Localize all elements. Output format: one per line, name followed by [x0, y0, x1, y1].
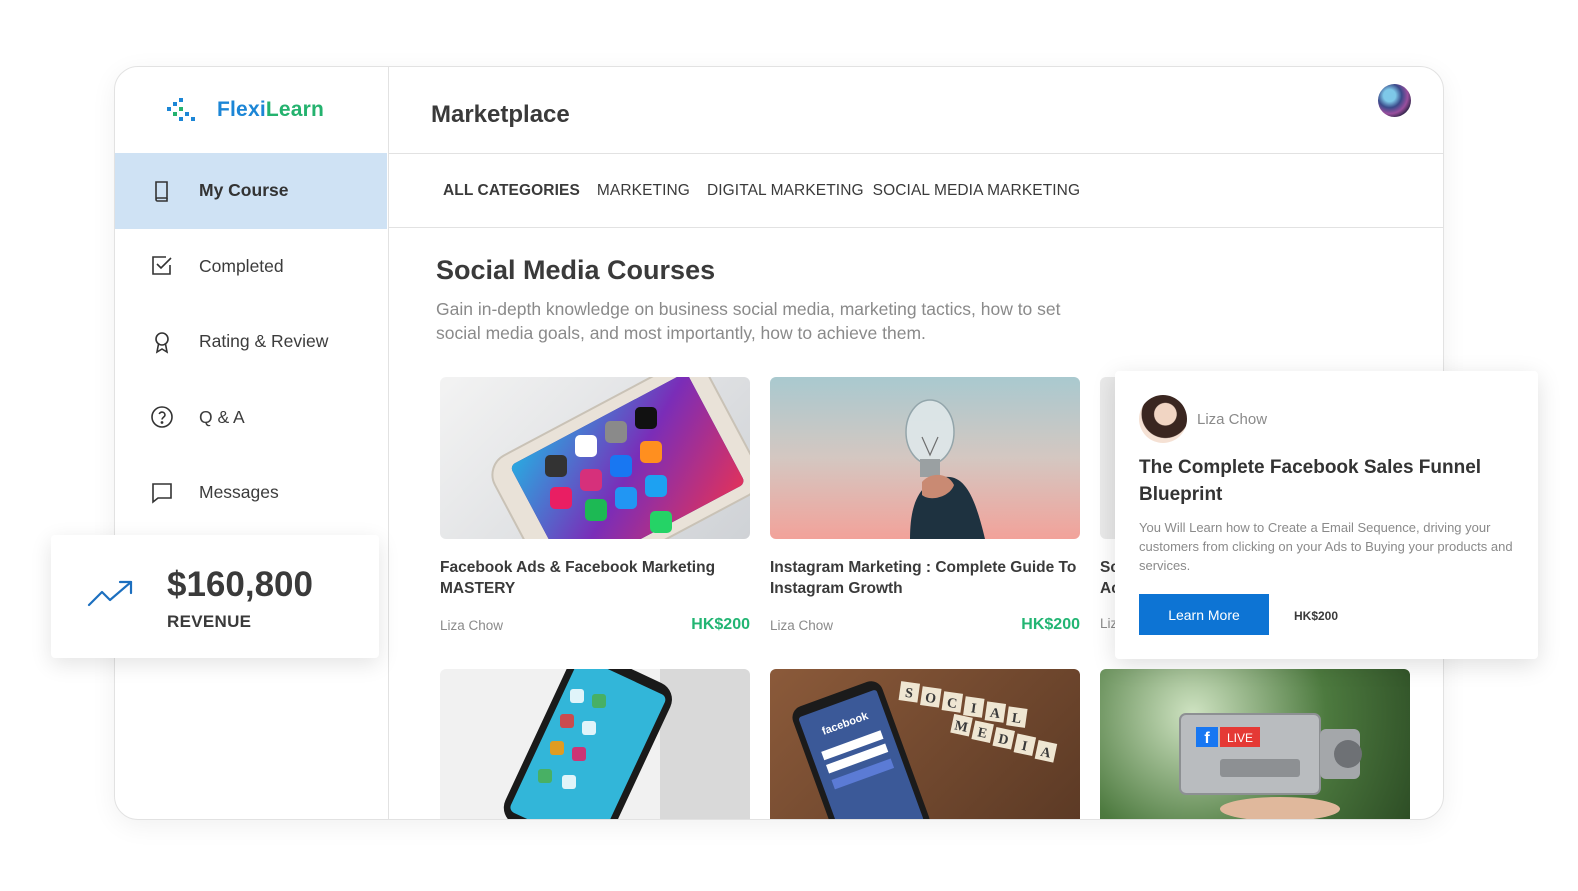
logo-mark-icon: [167, 98, 201, 122]
course-card[interactable]: facebook S O C I A L M E D I A: [770, 669, 1080, 819]
sidebar-item-label: Rating & Review: [199, 331, 329, 352]
tab-marketing[interactable]: MARKETING: [597, 182, 690, 200]
logo-text: FlexiLearn: [217, 98, 325, 121]
course-thumbnail: [770, 377, 1080, 539]
smartphone-laptop-image: [503, 669, 750, 819]
sidebar-item-my-course[interactable]: My Course: [115, 153, 387, 229]
book-icon: [155, 180, 168, 202]
instructor-name: Liza Chow: [1197, 411, 1268, 428]
course-title[interactable]: Instagram Marketing : Complete Guide To …: [770, 557, 1080, 601]
phone-apps-image: [491, 377, 750, 539]
section-description: Gain in-depth knowledge on business soci…: [436, 299, 1061, 343]
checkbox-icon: [152, 256, 172, 276]
course-card[interactable]: Facebook Ads & Facebook Marketing MASTER…: [440, 377, 750, 634]
sidebar-item-messages[interactable]: Messages: [115, 455, 387, 531]
tile: C: [946, 696, 958, 712]
category-tabs: ALL CATEGORIES MARKETING DIGITAL MARKETI…: [389, 154, 1443, 228]
sidebar-item-label: My Course: [199, 180, 289, 201]
tab-digital-marketing[interactable]: DIGITAL MARKETING: [707, 182, 864, 200]
trending-up-icon: [87, 580, 133, 607]
revenue-card: $160,800 REVENUE: [51, 535, 379, 658]
tile: O: [924, 691, 937, 707]
message-icon: [152, 482, 172, 504]
section-title: Social Media Courses: [436, 255, 716, 285]
sidebar-item-label: Q & A: [199, 406, 245, 427]
course-card[interactable]: f LIVE: [1100, 669, 1410, 819]
tab-social-media-marketing[interactable]: SOCIAL MEDIA MARKETING: [873, 182, 1080, 200]
course-price: HK$200: [691, 616, 750, 633]
sidebar-item-label: Completed: [199, 255, 284, 276]
topbar: Marketplace: [389, 67, 1443, 154]
course-thumbnail: [440, 669, 750, 819]
svg-text:f: f: [1204, 730, 1210, 747]
revenue-label: REVENUE: [167, 612, 252, 631]
avatar[interactable]: [1378, 84, 1411, 117]
sidebar-nav: My Course Completed Rating & Review Q & …: [115, 153, 387, 531]
instructor-avatar: [1139, 395, 1187, 443]
award-icon: [155, 331, 169, 354]
sidebar-item-qa[interactable]: Q & A: [115, 380, 387, 456]
popup-course-title: The Complete Facebook Sales Funnel Bluep…: [1139, 457, 1482, 505]
lightbulb-image: [905, 399, 985, 539]
popup-price: HK$200: [1294, 609, 1339, 623]
popup-course-description: You Will Learn how to Create a Email Seq…: [1139, 520, 1513, 573]
course-thumbnail: [440, 377, 750, 539]
live-camera-image: f LIVE: [1179, 713, 1362, 819]
course-detail-popup: Liza Chow The Complete Facebook Sales Fu…: [1115, 371, 1538, 659]
sidebar-item-rating-review[interactable]: Rating & Review: [115, 304, 387, 380]
course-card[interactable]: [440, 669, 750, 819]
course-thumbnail: f LIVE: [1100, 669, 1410, 819]
course-card[interactable]: Instagram Marketing : Complete Guide To …: [770, 377, 1080, 634]
course-author: Liza Chow: [770, 617, 834, 633]
course-author: Liza Chow: [440, 617, 504, 633]
course-meta: Liza Chow HK$200: [770, 616, 1080, 634]
course-title[interactable]: Facebook Ads & Facebook Marketing MASTER…: [440, 557, 750, 601]
sidebar-item-completed[interactable]: Completed: [115, 229, 387, 305]
social-media-tiles-image: facebook S O C I A L M E D I A: [792, 681, 1058, 819]
sidebar: FlexiLearn My Course Completed Rating & …: [115, 67, 389, 819]
course-meta: Liza Chow HK$200: [440, 616, 750, 634]
sidebar-item-label: Messages: [199, 482, 279, 503]
logo[interactable]: FlexiLearn: [167, 98, 324, 122]
help-circle-icon: [151, 406, 173, 429]
revenue-value: $160,800: [167, 565, 313, 604]
page-title: Marketplace: [431, 101, 570, 128]
live-badge: LIVE: [1227, 731, 1253, 745]
tab-all-categories[interactable]: ALL CATEGORIES: [443, 182, 580, 200]
course-thumbnail: facebook S O C I A L M E D I A: [770, 669, 1080, 819]
course-price: HK$200: [1021, 616, 1080, 633]
learn-more-button[interactable]: Learn More: [1139, 594, 1269, 635]
